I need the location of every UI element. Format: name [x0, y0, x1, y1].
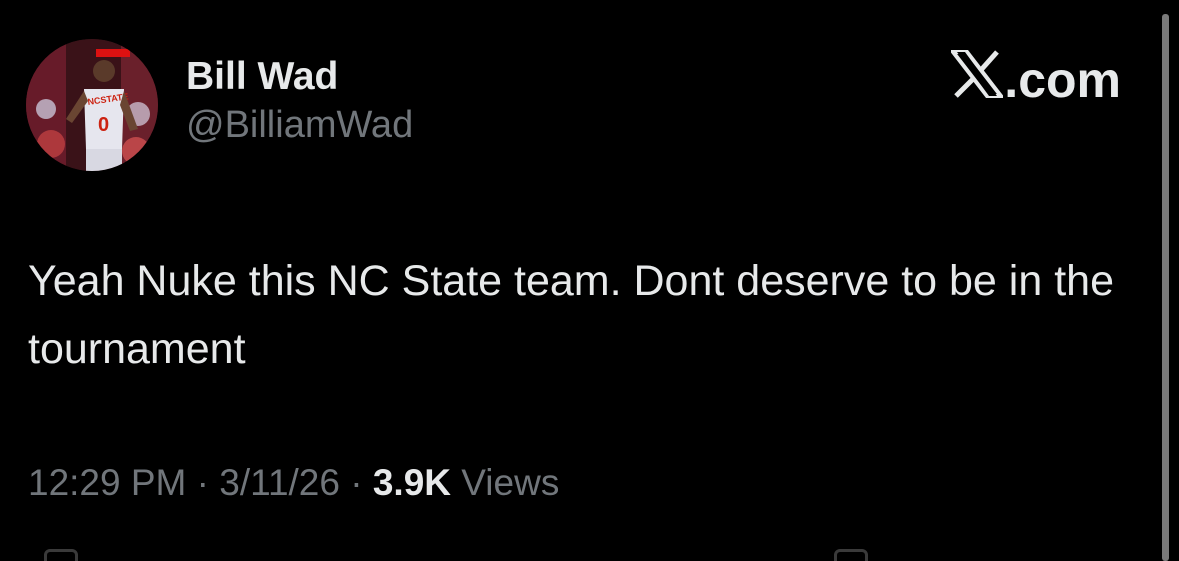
action-icon-partial[interactable]	[44, 549, 78, 561]
action-icon-partial[interactable]	[834, 549, 868, 561]
views-count: 3.9K	[372, 462, 452, 503]
meta-separator: ·	[339, 462, 373, 503]
x-brand: .com	[949, 50, 1121, 110]
tweet-date[interactable]: 3/11/26	[219, 462, 340, 503]
scrollbar[interactable]	[1162, 14, 1169, 561]
tweet-meta: 12:29 PM · 3/11/26 · 3.9K Views	[28, 462, 559, 504]
views-label: Views	[451, 462, 560, 503]
svg-text:0: 0	[98, 114, 109, 136]
x-logo-icon	[949, 50, 1006, 110]
brand-domain-label: .com	[1004, 52, 1121, 108]
tweet-text: Yeah Nuke this NC State team. Dont deser…	[28, 257, 1114, 373]
tweet-time[interactable]: 12:29 PM	[28, 462, 186, 503]
meta-separator: ·	[186, 462, 220, 503]
tweet-card: NCSTATE 0 Bill Wad @BilliamWad .com Yeah…	[0, 0, 1179, 561]
author-handle[interactable]: @BilliamWad	[186, 102, 413, 148]
avatar[interactable]: NCSTATE 0	[26, 39, 158, 171]
author-info: Bill Wad @BilliamWad	[186, 54, 413, 148]
avatar-image: NCSTATE 0	[26, 39, 158, 171]
author-display-name[interactable]: Bill Wad	[186, 54, 413, 100]
